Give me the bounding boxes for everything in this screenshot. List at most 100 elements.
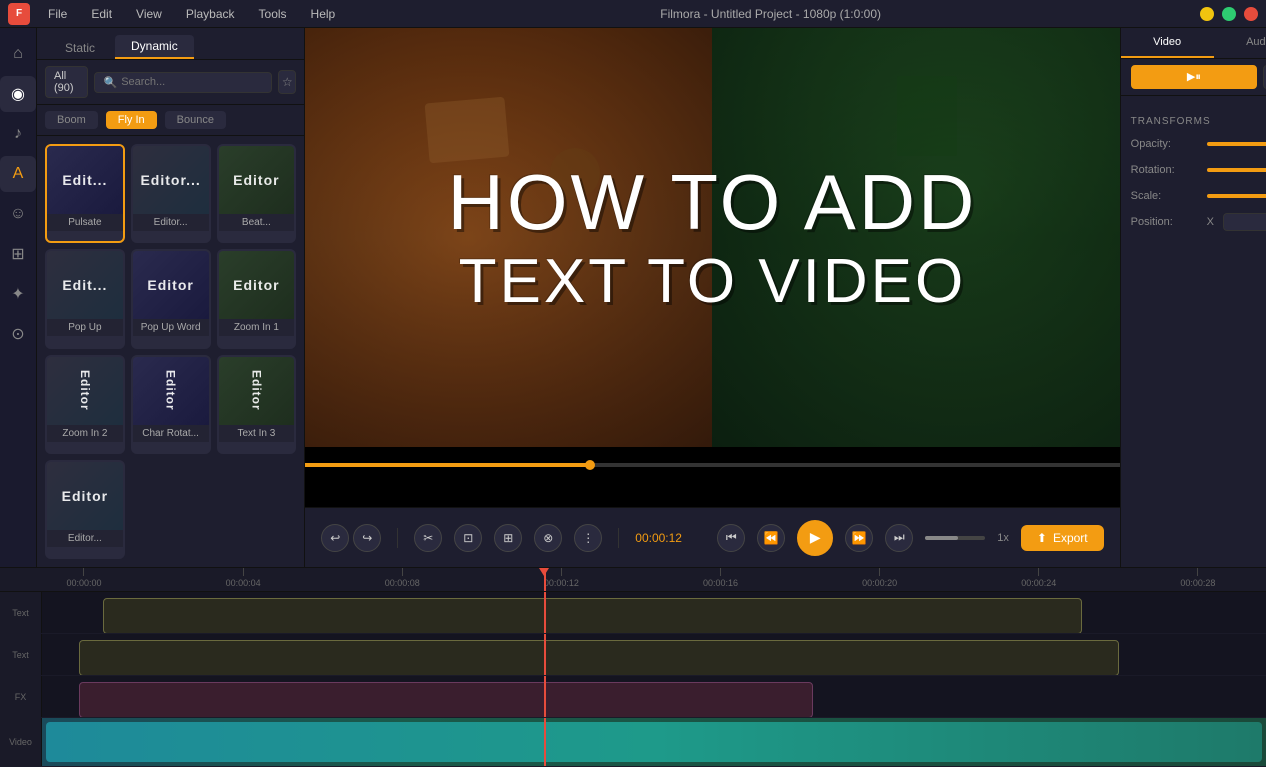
play-transform-btn[interactable]: ▶⏸ xyxy=(1131,65,1258,89)
tab-dynamic[interactable]: Dynamic xyxy=(115,35,194,59)
video-preview: HOW TO ADD TEXT TO VIDEO xyxy=(305,28,1119,507)
ruler-line-5 xyxy=(879,568,880,576)
category-row: Boom Fly In Bounce xyxy=(37,105,304,136)
track-clip-1[interactable] xyxy=(103,598,1082,633)
ruler-tick-3: 00:00:12 xyxy=(544,568,579,591)
sidebar-text[interactable]: A xyxy=(0,156,36,192)
category-bounce[interactable]: Bounce xyxy=(165,111,226,129)
anim-label-beat: Beat... xyxy=(219,214,295,231)
anim-popup-word[interactable]: Editor Pop Up Word xyxy=(131,249,211,348)
scale-fill xyxy=(1207,194,1266,198)
anim-popup[interactable]: Edit... Pop Up xyxy=(45,249,125,348)
sidebar-media[interactable]: ◉ xyxy=(0,76,36,112)
anim-preview-beat: Editor xyxy=(219,146,295,214)
menu-playback[interactable]: Playback xyxy=(180,5,241,23)
transforms-section-title: Transforms xyxy=(1131,116,1266,127)
ruler-label-0: 00:00:00 xyxy=(66,578,101,588)
fast-forward-button[interactable]: ⏩ xyxy=(845,524,873,552)
opacity-row: Opacity: 100% xyxy=(1131,135,1266,153)
ruler-tick-7: 00:00:28 xyxy=(1180,568,1215,591)
category-flyin[interactable]: Fly In xyxy=(106,111,157,129)
anim-label-extra: Editor... xyxy=(47,530,123,547)
playhead-arrow xyxy=(539,568,549,576)
rotation-slider[interactable] xyxy=(1207,168,1266,172)
playback-controls: ↩ ↪ ✂ ⊡ ⊞ ⊗ ⋮ 00:00:12 ⏮ ⏪ ▶ ⏩ ⏭ 1x xyxy=(305,507,1119,567)
anim-preview-popup: Edit... xyxy=(47,251,123,319)
filter-dropdown[interactable]: All (90) xyxy=(45,66,88,98)
track-clip-3[interactable] xyxy=(79,682,813,717)
anim-editor2[interactable]: Editor... Editor... xyxy=(131,144,211,243)
sidebar-audio[interactable]: ♪ xyxy=(0,116,36,152)
track-label-3: FX xyxy=(0,676,42,717)
track-row-4: Video xyxy=(0,718,1266,767)
export-button[interactable]: ⬆ Export xyxy=(1021,525,1104,551)
anim-charrotate[interactable]: Editor Char Rotat... xyxy=(131,355,211,454)
cut-button[interactable]: ✂ xyxy=(414,524,442,552)
anim-zoomin1[interactable]: Editor Zoom In 1 xyxy=(217,249,297,348)
anim-zoomin2[interactable]: Editor Zoom In 2 xyxy=(45,355,125,454)
ruler-line-7 xyxy=(1197,568,1198,576)
next-frame-button[interactable]: ⏭ xyxy=(885,524,913,552)
paste-button[interactable]: ⊞ xyxy=(494,524,522,552)
animation-grid: Edit... Pulsate Editor... Editor... Edit… xyxy=(37,136,304,567)
tab-static[interactable]: Static xyxy=(49,37,111,59)
menu-edit[interactable]: Edit xyxy=(85,5,118,23)
opacity-fill xyxy=(1207,142,1266,146)
menu-help[interactable]: Help xyxy=(305,5,342,23)
sidebar-home[interactable]: ⌂ xyxy=(0,36,36,72)
track-clip-2[interactable] xyxy=(79,640,1119,675)
anim-textin3[interactable]: Editor Text In 3 xyxy=(217,355,297,454)
sidebar-stickers[interactable]: ☺ xyxy=(0,196,36,232)
menu-tools[interactable]: Tools xyxy=(253,5,293,23)
video-progress-fill xyxy=(305,463,590,467)
sidebar-overlays[interactable]: ⊙ xyxy=(0,316,36,352)
volume-fill xyxy=(925,536,958,540)
pos-x-label: X xyxy=(1207,216,1219,228)
volume-slider[interactable] xyxy=(925,536,985,540)
export-icon: ⬆ xyxy=(1037,531,1047,545)
category-boom[interactable]: Boom xyxy=(45,111,98,129)
copy-button[interactable]: ⊡ xyxy=(454,524,482,552)
pos-x-input[interactable] xyxy=(1223,213,1266,231)
track-content-2[interactable] xyxy=(42,634,1266,675)
menu-view[interactable]: View xyxy=(130,5,168,23)
window-title: Filmora - Untitled Project - 1080p (1:0:… xyxy=(353,7,1188,21)
tab-audio[interactable]: Audio xyxy=(1214,28,1266,58)
track-content-3[interactable] xyxy=(42,676,1266,717)
prev-frame-button[interactable]: ⏮ xyxy=(717,524,745,552)
tab-video[interactable]: Video xyxy=(1121,28,1214,58)
undo-button[interactable]: ↩ xyxy=(321,524,349,552)
filter-row: All (90) 🔍 ☆ xyxy=(37,60,304,105)
minimize-button[interactable] xyxy=(1200,7,1214,21)
opacity-slider[interactable] xyxy=(1207,142,1266,146)
maximize-button[interactable] xyxy=(1222,7,1236,21)
anim-extra[interactable]: Editor Editor... xyxy=(45,460,125,559)
anim-pulsate[interactable]: Edit... Pulsate xyxy=(45,144,125,243)
menu-file[interactable]: File xyxy=(42,5,73,23)
favorite-button[interactable]: ☆ xyxy=(278,70,296,94)
video-track-clip[interactable] xyxy=(46,722,1262,762)
redo-button[interactable]: ↪ xyxy=(353,524,381,552)
play-pause-button[interactable]: ▶ xyxy=(797,520,833,556)
separator2 xyxy=(618,528,619,548)
anim-preview-editor2: Editor... xyxy=(133,146,209,214)
delete-button[interactable]: ⊗ xyxy=(534,524,562,552)
rotation-fill xyxy=(1207,168,1266,172)
split-button[interactable]: ⋮ xyxy=(574,524,602,552)
sidebar-transitions[interactable]: ⊞ xyxy=(0,236,36,272)
search-input[interactable] xyxy=(121,76,263,88)
video-progress-bar[interactable] xyxy=(305,463,1119,467)
track-content-1[interactable] xyxy=(42,592,1266,633)
track-label-2: Text xyxy=(0,634,42,675)
anim-beat[interactable]: Editor Beat... xyxy=(217,144,297,243)
pos-x-field: X xyxy=(1207,213,1266,231)
ruler-label-2: 00:00:08 xyxy=(385,578,420,588)
position-label: Position: xyxy=(1131,216,1201,228)
rewind-button[interactable]: ⏪ xyxy=(757,524,785,552)
track-content-4[interactable] xyxy=(42,718,1266,766)
anim-label-popup-word: Pop Up Word xyxy=(133,319,209,336)
close-button[interactable] xyxy=(1244,7,1258,21)
scale-slider[interactable] xyxy=(1207,194,1266,198)
sidebar-effects[interactable]: ✦ xyxy=(0,276,36,312)
window-controls xyxy=(1200,7,1258,21)
